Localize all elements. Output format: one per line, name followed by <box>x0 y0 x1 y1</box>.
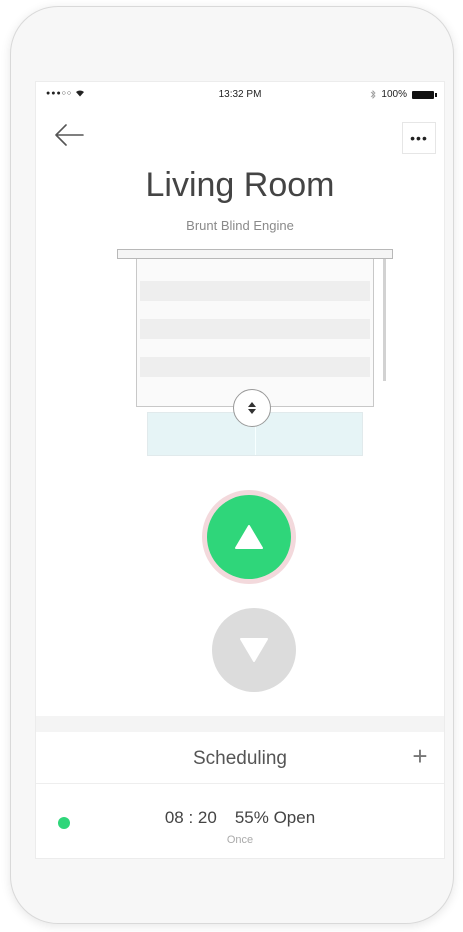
schedule-summary: 08 : 20 55% Open <box>36 808 444 828</box>
back-button[interactable] <box>52 120 86 150</box>
blind-slat <box>140 357 370 377</box>
blind-shade <box>136 259 374 407</box>
blind-slat <box>140 281 370 301</box>
schedule-time: 08 : 20 <box>164 808 217 827</box>
triangle-up-icon <box>235 525 263 549</box>
battery-icon <box>412 90 437 99</box>
arrow-left-icon <box>55 124 84 146</box>
open-blind-button[interactable] <box>202 490 296 584</box>
blind-illustration <box>111 246 401 460</box>
app-screen: ●●●○○ 13:32 PM 100% ••• Living Room Brun… <box>35 81 445 859</box>
blind-slat <box>140 319 370 339</box>
more-dots-icon: ••• <box>410 130 428 146</box>
section-divider <box>36 716 444 732</box>
open-blind-button-face <box>207 495 291 579</box>
schedule-position: 55% Open <box>234 808 316 827</box>
blind-rail <box>117 249 393 259</box>
schedule-repeat: Once <box>226 834 254 846</box>
close-blind-button[interactable] <box>212 608 296 692</box>
battery-percent: 100% <box>381 89 407 100</box>
blind-position-handle[interactable] <box>233 389 271 427</box>
device-name: Brunt Blind Engine <box>186 218 294 233</box>
add-schedule-button[interactable]: + <box>406 742 434 770</box>
scheduling-header: Scheduling + <box>36 732 444 784</box>
blind-cord <box>383 259 386 381</box>
status-bar: ●●●○○ 13:32 PM 100% <box>36 82 444 108</box>
more-options-button[interactable]: ••• <box>402 122 436 154</box>
room-title: Living Room <box>145 166 335 204</box>
bluetooth-icon <box>371 90 376 99</box>
scheduling-title: Scheduling <box>192 748 288 769</box>
battery-indicator: 100% <box>370 89 437 100</box>
up-down-arrows-icon <box>248 402 256 414</box>
triangle-down-icon <box>240 638 268 662</box>
schedule-item[interactable]: 08 : 20 55% Open Once <box>36 784 444 858</box>
phone-frame: ●●●○○ 13:32 PM 100% ••• Living Room Brun… <box>10 6 454 924</box>
